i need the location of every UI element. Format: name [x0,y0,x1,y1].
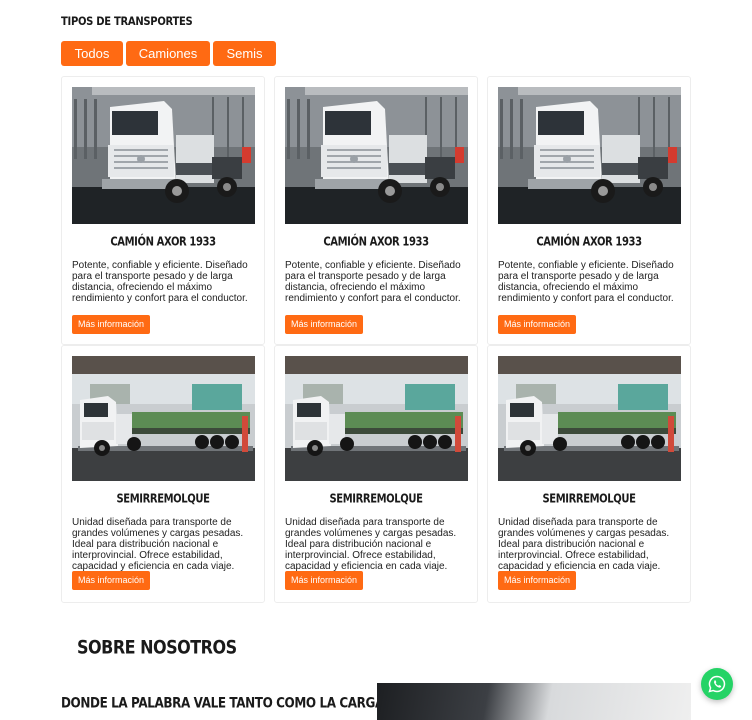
transport-card: SEMIRREMOLQUE Unidad diseñada para trans… [274,345,478,603]
transport-card: SEMIRREMOLQUE Unidad diseñada para trans… [61,345,265,603]
card-title: SEMIRREMOLQUE [542,492,636,507]
transport-grid-row-1: CAMIÓN AXOR 1933 Potente, confiable y ef… [61,76,691,345]
about-subtitle: DONDE LA PALABRA VALE TANTO COMO LA CARG… [61,695,384,712]
card-description: Potente, confiable y eficiente. Diseñado… [72,260,248,304]
filter-bar: Todos Camiones Semis [61,41,276,66]
semitrailer-truck-photo [498,356,681,481]
filter-semis-button[interactable]: Semis [213,41,276,66]
card-title: CAMIÓN AXOR 1933 [323,235,429,250]
card-title: CAMIÓN AXOR 1933 [536,235,642,250]
tractor-truck-photo [498,87,681,224]
card-description: Unidad diseñada para transporte de grand… [498,517,670,572]
tractor-truck-photo [285,87,468,224]
filter-camiones-button[interactable]: Camiones [126,41,210,66]
semitrailer-truck-photo [72,356,255,481]
more-info-button[interactable]: Más información [285,571,364,590]
card-description: Unidad diseñada para transporte de grand… [285,517,457,572]
more-info-button[interactable]: Más información [72,315,151,334]
more-info-button[interactable]: Más información [285,315,364,334]
card-title: CAMIÓN AXOR 1933 [110,235,216,250]
whatsapp-icon [708,675,726,693]
transport-grid-row-2: SEMIRREMOLQUE Unidad diseñada para trans… [61,345,691,603]
card-title: SEMIRREMOLQUE [329,492,423,507]
card-title: SEMIRREMOLQUE [116,492,210,507]
filter-todos-button[interactable]: Todos [61,41,123,66]
transport-card: CAMIÓN AXOR 1933 Potente, confiable y ef… [61,76,265,345]
whatsapp-button[interactable] [701,668,733,700]
more-info-button[interactable]: Más información [498,571,577,590]
tractor-truck-photo [72,87,255,224]
transport-card: CAMIÓN AXOR 1933 Potente, confiable y ef… [274,76,478,345]
semitrailer-truck-photo [285,356,468,481]
section-title: TIPOS DE TRANSPORTES [61,16,193,29]
more-info-button[interactable]: Más información [498,315,577,334]
about-title: SOBRE NOSOTROS [77,636,237,658]
transport-card: CAMIÓN AXOR 1933 Potente, confiable y ef… [487,76,691,345]
transport-card: SEMIRREMOLQUE Unidad diseñada para trans… [487,345,691,603]
card-description: Unidad diseñada para transporte de grand… [72,517,244,572]
card-description: Potente, confiable y eficiente. Diseñado… [285,260,461,304]
more-info-button[interactable]: Más información [72,571,151,590]
about-image [377,683,691,720]
card-description: Potente, confiable y eficiente. Diseñado… [498,260,674,304]
